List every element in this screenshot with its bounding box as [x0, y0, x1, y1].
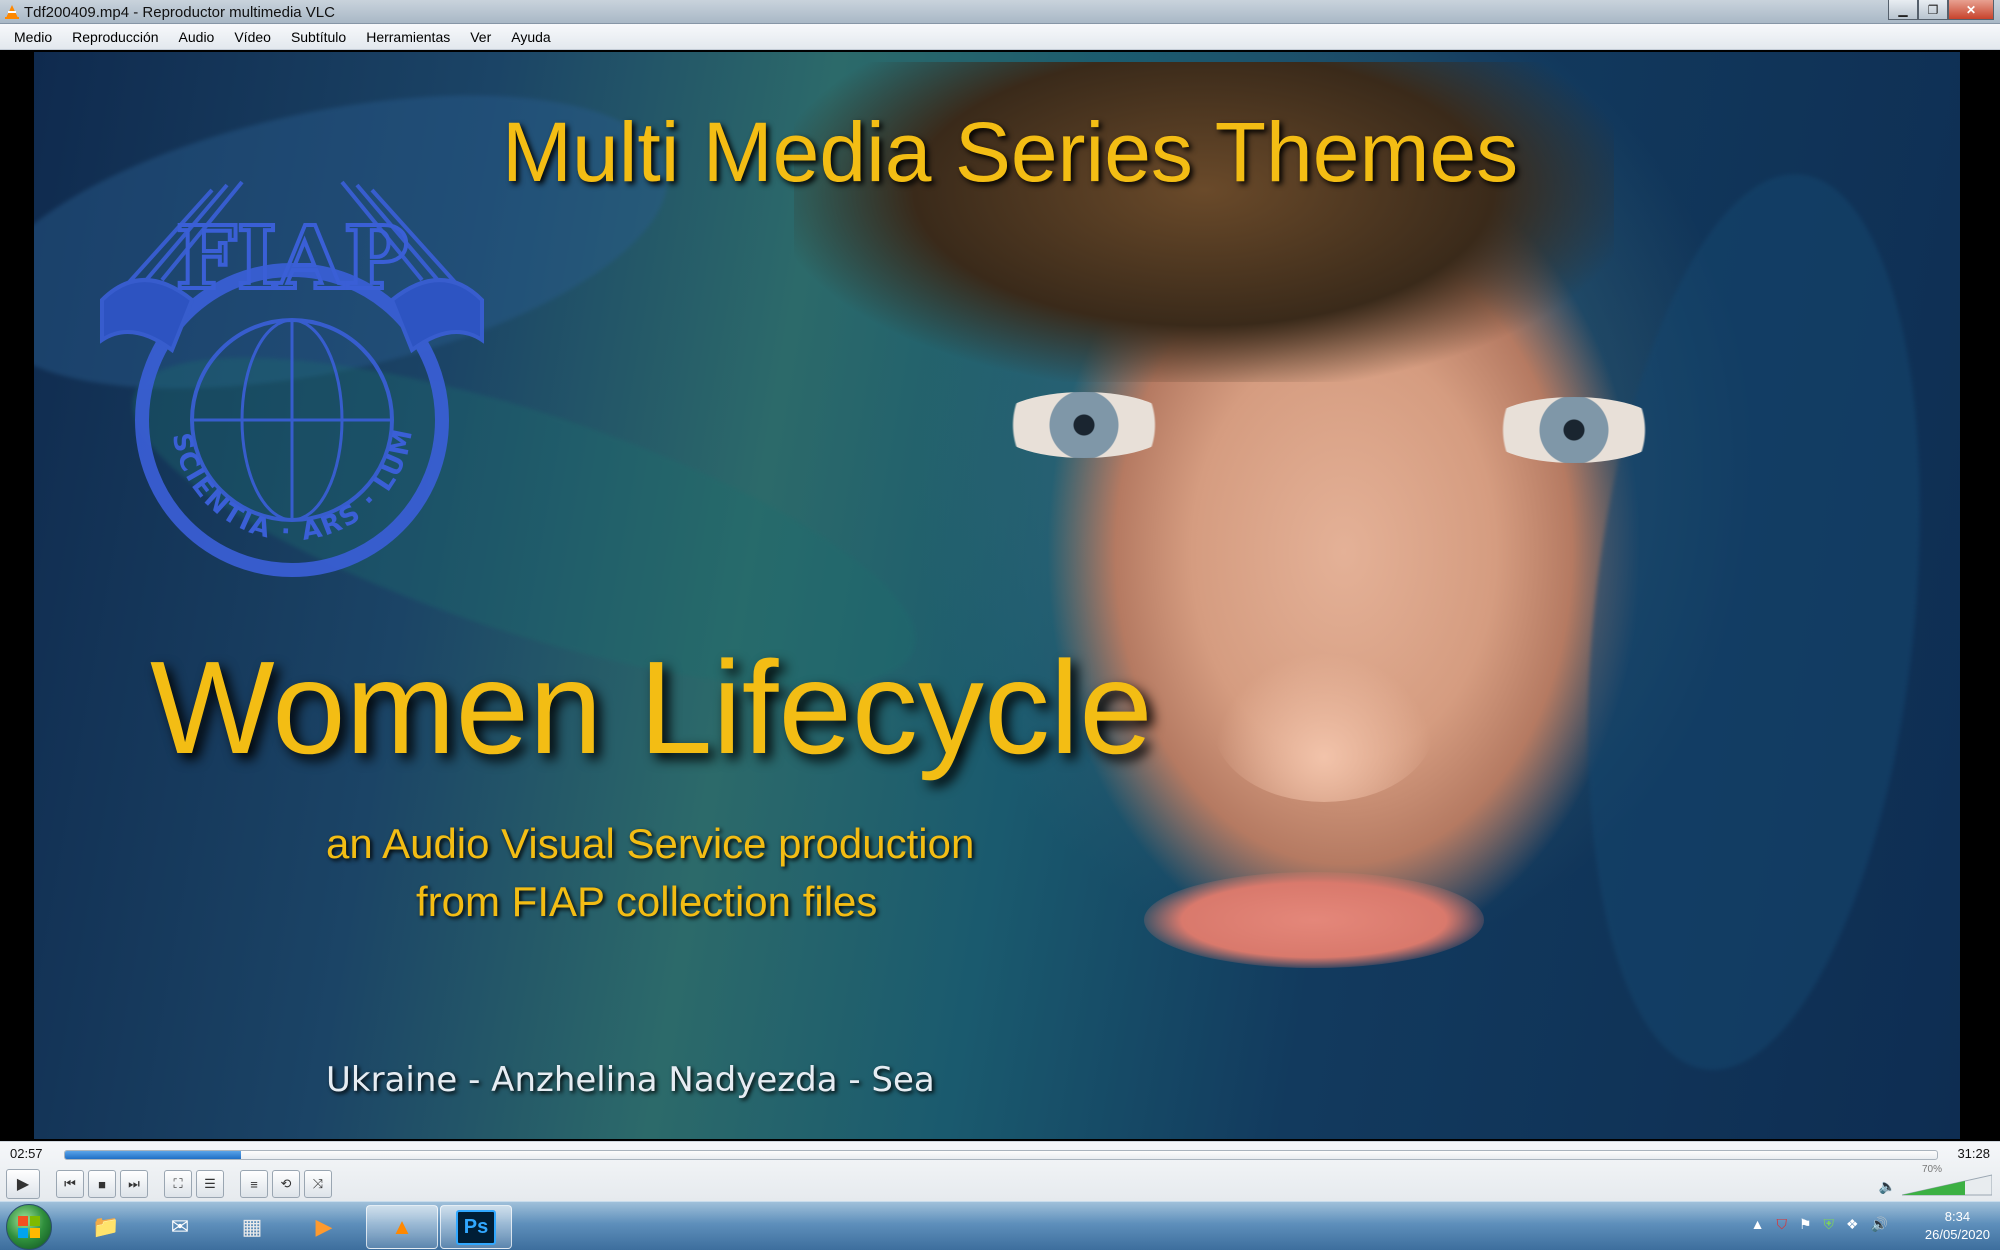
playlist-button[interactable]: ≡: [240, 1170, 268, 1198]
folder-icon: 📁: [92, 1214, 120, 1239]
menu-bar: Medio Reproducción Audio Vídeo Subtítulo…: [0, 24, 2000, 50]
video-subtitle-line2: from FIAP collection files: [416, 878, 878, 925]
menu-herramientas[interactable]: Herramientas: [356, 24, 460, 50]
photo-credit: Ukraine - Anzhelina Nadyezda - Sea: [326, 1060, 935, 1100]
window-controls: ▁ ❐ ✕: [1888, 0, 1994, 20]
menu-audio[interactable]: Audio: [169, 24, 225, 50]
fiap-logo: SCIENTIA · ARS · LUMEN FIAP: [82, 170, 484, 577]
fiap-logo-text: FIAP: [176, 208, 409, 309]
close-icon: ✕: [1965, 2, 1977, 17]
window-title: Tdf200409.mp4 - Reproductor multimedia V…: [24, 4, 335, 21]
taskbar-explorer[interactable]: 📁: [70, 1205, 142, 1249]
vlc-cone-icon: ▲: [391, 1214, 413, 1239]
start-button[interactable]: [6, 1204, 52, 1250]
system-tray: ▲ ⛉ ⚑ ⛨ ❖ 🔊: [1751, 1216, 1888, 1233]
left-eye: [994, 392, 1174, 458]
calculator-icon: ▦: [241, 1214, 263, 1239]
title-bar[interactable]: Tdf200409.mp4 - Reproductor multimedia V…: [0, 0, 2000, 24]
play-icon: ▶: [16, 1176, 30, 1193]
menu-ayuda[interactable]: Ayuda: [501, 24, 560, 50]
taskbar-photoshop[interactable]: Ps: [440, 1205, 512, 1249]
seek-progress: [65, 1151, 241, 1159]
video-area[interactable]: SCIENTIA · ARS · LUMEN FIAP Multi Media …: [0, 50, 2000, 1141]
taskbar-calculator[interactable]: ▦: [216, 1205, 288, 1249]
fullscreen-button[interactable]: ⛶: [164, 1170, 192, 1198]
minimize-icon: ▁: [1898, 2, 1908, 17]
total-time[interactable]: 31:28: [1957, 1146, 1990, 1161]
previous-button[interactable]: ⏮: [56, 1170, 84, 1198]
play-button[interactable]: ▶: [6, 1169, 40, 1199]
equalizer-icon: ☰: [204, 1176, 216, 1191]
vlc-cone-icon: [5, 5, 19, 19]
video-subtitle-line1: an Audio Visual Service production: [326, 820, 975, 867]
menu-reproduccion[interactable]: Reproducción: [62, 24, 168, 50]
speaker-icon[interactable]: 🔈: [1879, 1178, 1896, 1195]
previous-icon: ⏮: [64, 1176, 76, 1191]
restore-icon: ❐: [1927, 2, 1939, 17]
menu-subtitulo[interactable]: Subtítulo: [281, 24, 356, 50]
playlist-icon: ≡: [250, 1176, 258, 1192]
nose: [1214, 652, 1434, 802]
dropbox-icon[interactable]: ❖: [1846, 1216, 1859, 1233]
taskbar-mail[interactable]: ✉: [144, 1205, 216, 1249]
loop-icon: ⟲: [280, 1176, 292, 1191]
action-center-flag-icon[interactable]: ⚑: [1799, 1216, 1812, 1233]
fullscreen-icon: ⛶: [173, 1176, 183, 1191]
taskbar-vlc[interactable]: ▲: [366, 1205, 438, 1249]
windows-logo-icon: [18, 1216, 40, 1238]
menu-medio[interactable]: Medio: [4, 24, 62, 50]
elapsed-time[interactable]: 02:57: [10, 1146, 43, 1161]
photoshop-icon: Ps: [455, 1209, 497, 1245]
show-hidden-icons-icon[interactable]: ▲: [1751, 1216, 1765, 1233]
seek-bar[interactable]: [64, 1150, 1938, 1160]
security-shield-icon[interactable]: ⛨: [1824, 1216, 1835, 1233]
volume-slider[interactable]: [1902, 1174, 1992, 1196]
next-button[interactable]: ⏭: [120, 1170, 148, 1198]
video-frame: SCIENTIA · ARS · LUMEN FIAP Multi Media …: [34, 52, 1960, 1139]
media-icon: ▶: [315, 1214, 333, 1239]
menu-ver[interactable]: Ver: [460, 24, 501, 50]
taskbar-media-player[interactable]: ▶: [288, 1205, 360, 1249]
mail-icon: ✉: [170, 1214, 190, 1239]
clock-date: 26/05/2020: [1924, 1227, 1990, 1242]
stop-button[interactable]: ■: [88, 1170, 116, 1198]
close-button[interactable]: ✕: [1948, 0, 1994, 20]
taskbar: 📁 ✉ ▦ ▶ ▲ Ps ▲ ⛉ ⚑ ⛨ ❖ 🔊 8:34 26/05/2020: [0, 1201, 2000, 1250]
next-icon: ⏭: [128, 1176, 140, 1191]
speaker-tray-icon[interactable]: 🔊: [1871, 1216, 1888, 1233]
shuffle-button[interactable]: ⤨: [304, 1170, 332, 1198]
loop-button[interactable]: ⟲: [272, 1170, 300, 1198]
lips: [1144, 872, 1484, 968]
shuffle-icon: ⤨: [312, 1176, 324, 1191]
right-eye: [1484, 397, 1664, 463]
video-headline: Multi Media Series Themes: [502, 105, 1519, 199]
minimize-button[interactable]: ▁: [1888, 0, 1918, 20]
vlc-window: Tdf200409.mp4 - Reproductor multimedia V…: [0, 0, 2000, 1250]
antivirus-icon[interactable]: ⛉: [1776, 1216, 1787, 1233]
taskbar-clock[interactable]: 8:34 26/05/2020: [1925, 1208, 1990, 1244]
stop-icon: ■: [98, 1176, 106, 1192]
video-title: Women Lifecycle: [150, 634, 1153, 781]
maximize-button[interactable]: ❐: [1918, 0, 1948, 20]
playback-controls: 02:57 31:28 ▶ ⏮ ■ ⏭ ⛶ ☰ ≡ ⟲ ⤨ 🔈 70%: [0, 1141, 2000, 1201]
extended-settings-button[interactable]: ☰: [196, 1170, 224, 1198]
menu-video[interactable]: Vídeo: [224, 24, 281, 50]
clock-time: 8:34: [1944, 1209, 1971, 1224]
